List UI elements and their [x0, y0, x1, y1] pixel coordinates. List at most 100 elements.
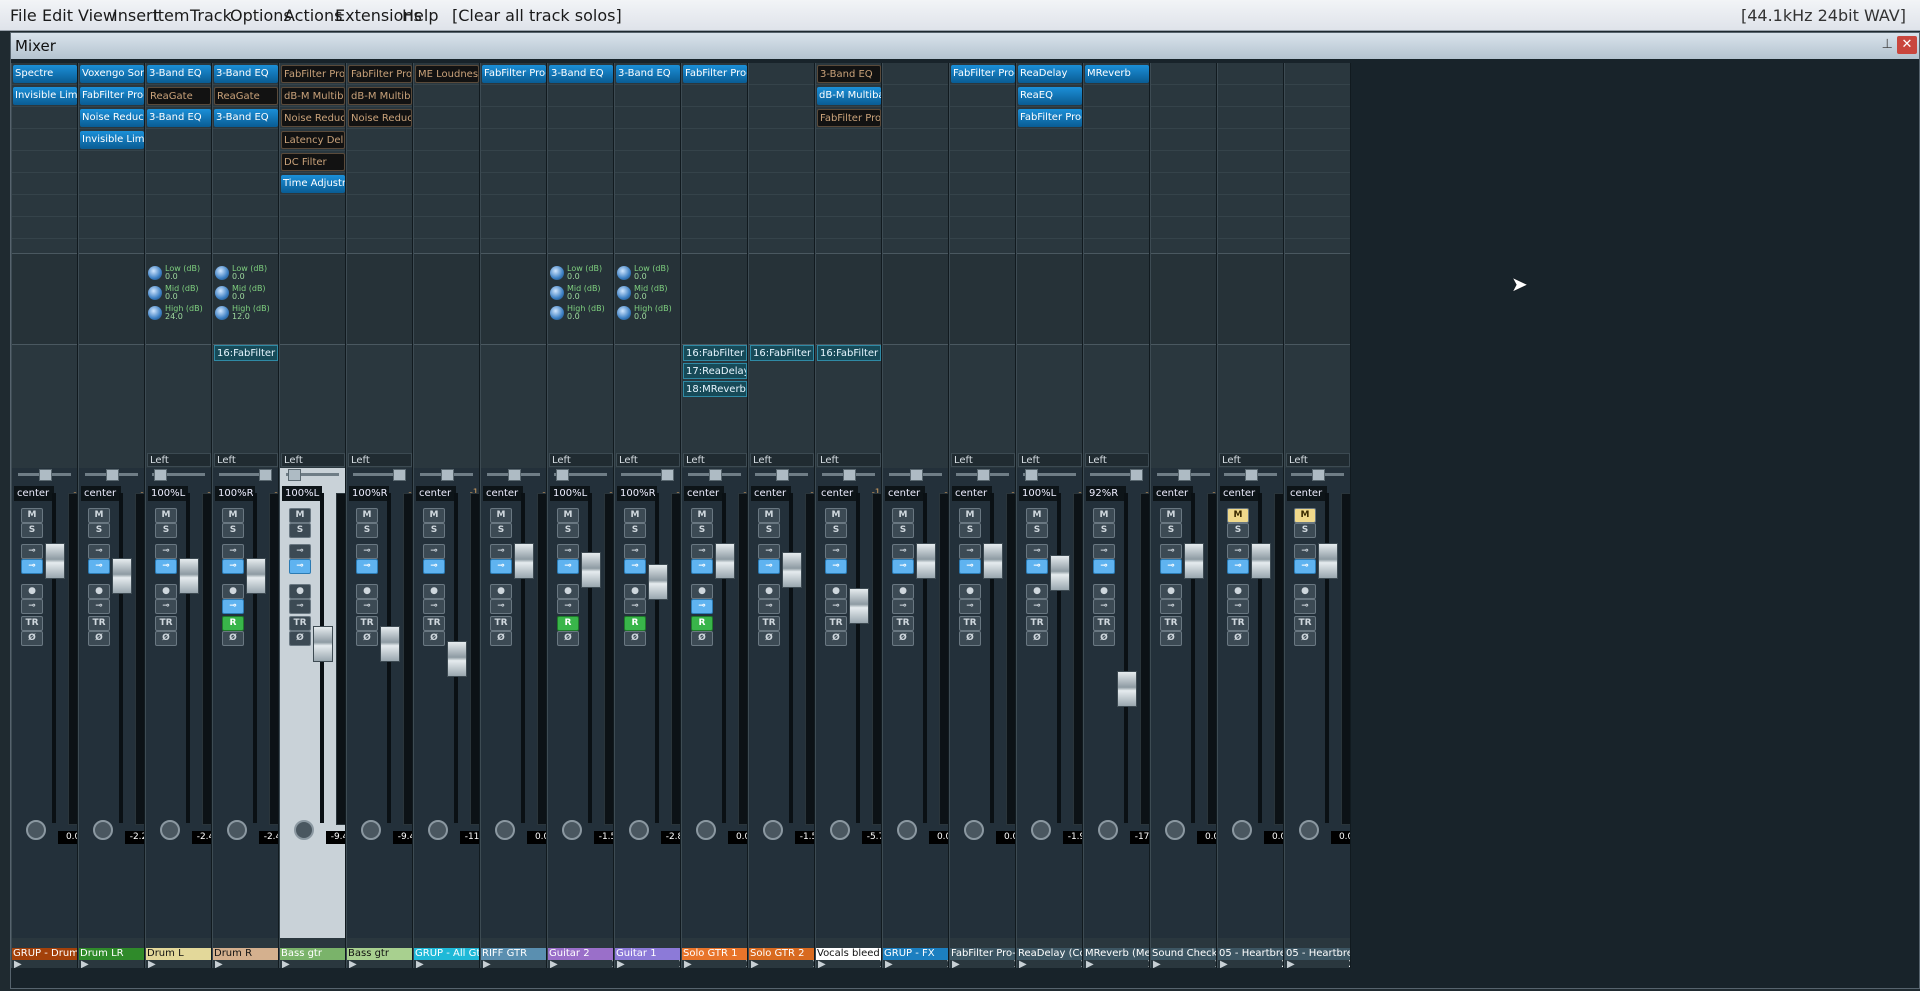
knob-icon[interactable]: [550, 266, 564, 280]
routing-icon[interactable]: ⊸: [1093, 559, 1115, 574]
phase-button[interactable]: Ø: [155, 631, 177, 646]
io-channel-label[interactable]: Left: [1219, 453, 1283, 467]
volume-value[interactable]: 0.00: [1331, 831, 1350, 844]
fx-bypass-icon[interactable]: ⊸: [289, 544, 311, 559]
record-mode-icon[interactable]: ⊸: [289, 599, 311, 614]
fx-slot[interactable]: FabFilter Pro-R: [951, 65, 1015, 83]
phase-button[interactable]: Ø: [1160, 631, 1182, 646]
knob-icon[interactable]: [550, 306, 564, 320]
volume-value[interactable]: -2.41: [192, 831, 211, 844]
volume-fader[interactable]: [380, 626, 400, 662]
pan-slider[interactable]: [152, 469, 205, 481]
fx-bypass-icon[interactable]: ⊸: [691, 544, 713, 559]
record-mode-icon[interactable]: ⊸: [892, 599, 914, 614]
tr-button[interactable]: TR: [758, 616, 780, 631]
mute-button[interactable]: M: [758, 508, 780, 523]
pan-slider[interactable]: [621, 469, 674, 481]
volume-value[interactable]: -2.27: [125, 831, 144, 844]
record-button[interactable]: [897, 820, 917, 840]
mute-button[interactable]: M: [155, 508, 177, 523]
routing-icon[interactable]: ⊸: [155, 559, 177, 574]
routing-icon[interactable]: ⊸: [1294, 559, 1316, 574]
mute-button[interactable]: M: [1294, 508, 1316, 523]
fx-slot[interactable]: Voxengo Soniform: [80, 65, 144, 83]
folder-icon[interactable]: ▶: [1153, 959, 1161, 968]
fx-chain[interactable]: FabFilter Pro-Q 2: [682, 63, 747, 253]
tr-button[interactable]: TR: [959, 616, 981, 631]
track-footer[interactable]: Bass gtr▶7: [347, 948, 412, 968]
pan-value[interactable]: center: [751, 486, 791, 501]
fx-slot[interactable]: MReverb: [1085, 65, 1149, 83]
mute-button[interactable]: M: [490, 508, 512, 523]
knob-icon[interactable]: [215, 266, 229, 280]
tr-button[interactable]: TR: [88, 616, 110, 631]
monitor-icon[interactable]: ●: [490, 584, 512, 599]
solo-button[interactable]: S: [155, 523, 177, 538]
pan-knob[interactable]: [1130, 469, 1143, 481]
pan-value[interactable]: center: [81, 486, 121, 501]
send-slot[interactable]: 17:ReaDelay (Coc: [683, 363, 747, 379]
folder-icon[interactable]: ▶: [885, 959, 893, 968]
mute-button[interactable]: M: [557, 508, 579, 523]
io-channel-label[interactable]: Left: [549, 453, 613, 467]
monitor-icon[interactable]: ●: [1160, 584, 1182, 599]
pan-value[interactable]: center: [14, 486, 54, 501]
fx-slot[interactable]: DC Filter: [281, 153, 345, 171]
fx-chain[interactable]: 3-Band EQ dB-M Multiband Lin FabFilter Pro…: [816, 63, 881, 253]
fx-chain[interactable]: ME LoudnessMaxim: [414, 63, 479, 253]
monitor-icon[interactable]: ●: [624, 584, 646, 599]
record-button[interactable]: [428, 820, 448, 840]
volume-value[interactable]: -9.47: [393, 831, 412, 844]
tr-button[interactable]: TR: [21, 616, 43, 631]
mute-button[interactable]: M: [959, 508, 981, 523]
record-mode-icon[interactable]: ⊸: [825, 599, 847, 614]
fx-slot[interactable]: ME LoudnessMaxim: [415, 65, 479, 83]
io-channel-label[interactable]: Left: [1018, 453, 1082, 467]
pan-knob[interactable]: [977, 469, 990, 481]
fx-chain[interactable]: [1218, 63, 1283, 253]
volume-fader[interactable]: [648, 564, 668, 600]
pan-knob[interactable]: [556, 469, 569, 481]
monitor-icon[interactable]: ●: [21, 584, 43, 599]
fx-chain[interactable]: [883, 63, 948, 253]
volume-value[interactable]: 0.00: [527, 831, 546, 844]
routing-icon[interactable]: ⊸: [423, 559, 445, 574]
mixer-strip[interactable]: 3-Band EQ dB-M Multiband Lin FabFilter Pro…: [815, 63, 882, 968]
mixer-strip[interactable]: LeftcenterHMS⊸⊸●⊸TRØ-8-12-18-24-30-36-42…: [1217, 63, 1284, 968]
fx-param[interactable]: Mid (dB) 0.0: [550, 284, 613, 304]
record-button[interactable]: [495, 820, 515, 840]
tr-button[interactable]: TR: [289, 616, 311, 631]
menu-options[interactable]: Options: [230, 6, 292, 25]
phase-button[interactable]: Ø: [21, 631, 43, 646]
fx-slot[interactable]: FabFilter Pro-Q 2: [683, 65, 747, 83]
tr-button[interactable]: TR: [1227, 616, 1249, 631]
monitor-icon[interactable]: ●: [892, 584, 914, 599]
fx-bypass-icon[interactable]: ⊸: [423, 544, 445, 559]
routing-icon[interactable]: ⊸: [21, 559, 43, 574]
tr-button[interactable]: TR: [1160, 616, 1182, 631]
tr-button[interactable]: TR: [423, 616, 445, 631]
monitor-icon[interactable]: ●: [691, 584, 713, 599]
pan-slider[interactable]: [889, 469, 942, 481]
record-mode-icon[interactable]: ⊸: [88, 599, 110, 614]
fx-bypass-icon[interactable]: ⊸: [155, 544, 177, 559]
knob-icon[interactable]: [550, 286, 564, 300]
fx-slot[interactable]: FabFilter Pro-Q 2: [80, 87, 144, 105]
fx-slot[interactable]: FabFilter Pro-Q 2: [281, 65, 345, 83]
io-channel-label[interactable]: Left: [616, 453, 680, 467]
pan-knob[interactable]: [1245, 469, 1258, 481]
track-footer[interactable]: Drum L▶4: [146, 948, 211, 968]
send-slot[interactable]: 18:MReverb (Meld: [683, 381, 747, 397]
fx-slot[interactable]: Invisible Limiter: [80, 131, 144, 149]
fx-chain[interactable]: 3-Band EQ ReaGate 3-Band EQ: [213, 63, 278, 253]
fx-bypass-icon[interactable]: ⊸: [356, 544, 378, 559]
record-mode-icon[interactable]: ⊸: [624, 599, 646, 614]
pan-slider[interactable]: [822, 469, 875, 481]
track-footer[interactable]: Drum LR▶3: [79, 948, 144, 968]
fx-slot[interactable]: Invisible Limiter: [13, 87, 77, 105]
folder-icon[interactable]: ▶: [14, 959, 22, 968]
volume-value[interactable]: -9.47: [326, 831, 345, 844]
record-mode-icon[interactable]: ⊸: [155, 599, 177, 614]
monitor-icon[interactable]: ●: [1294, 584, 1316, 599]
fx-chain[interactable]: [1285, 63, 1350, 253]
